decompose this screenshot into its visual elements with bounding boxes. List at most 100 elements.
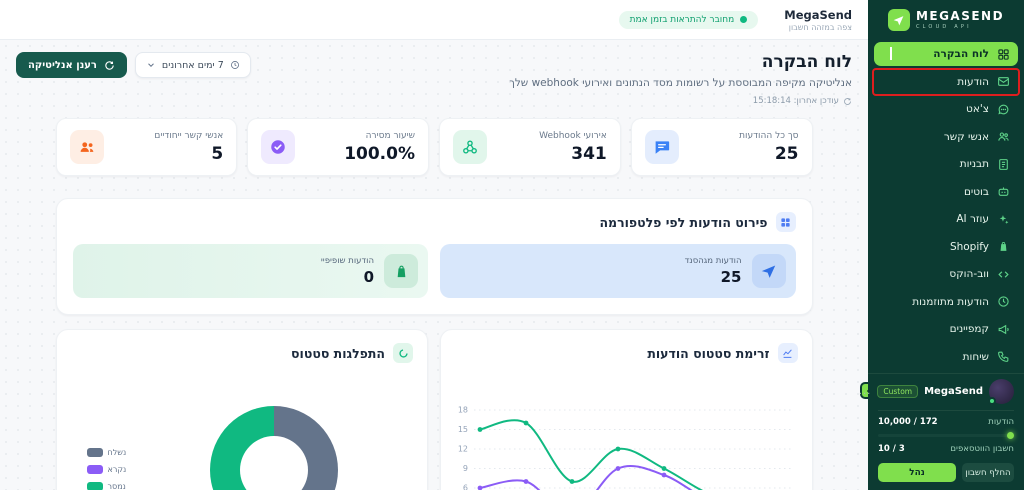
status-flow-plot: 18151296 — [442, 367, 798, 490]
app-root: MegaSend צפה במזהה חשבון מחובר להתראות ב… — [0, 0, 1024, 490]
sidebar-item-shopify[interactable]: Shopify — [874, 235, 1018, 259]
svg-text:12: 12 — [457, 445, 467, 454]
platform-card-value: 25 — [685, 268, 742, 286]
stat-card-webhook-events: אירועי Webhook 341 — [439, 118, 621, 176]
account-name: MegaSend — [924, 386, 983, 397]
date-range-label: 7 ימים אחרונים — [162, 60, 224, 71]
phone-icon — [997, 350, 1010, 363]
status-distribution-header: התפלגות סטטוס — [71, 343, 414, 363]
brand-name: MEGASEND — [916, 10, 1004, 22]
bot-icon — [997, 185, 1010, 198]
date-range-dropdown[interactable]: 7 ימים אחרונים — [135, 52, 251, 78]
manage-button[interactable]: נהל — [878, 463, 956, 482]
top-header-bar: MegaSend צפה במזהה חשבון מחובר להתראות ב… — [0, 0, 868, 40]
sidebar-item-scheduled-messages[interactable]: הודעות מתוזמנות — [874, 290, 1018, 314]
usage-label: הודעות — [988, 417, 1014, 429]
sidebar-item-label: ווב-הוקס — [949, 268, 989, 280]
platform-breakdown-card: פירוט הודעות לפי פלטפורמה הודעות מגהסנד … — [56, 198, 813, 315]
code-icon — [997, 268, 1010, 281]
sidebar-item-dashboard[interactable]: לוח הבקרה — [874, 42, 1018, 66]
sidebar-footer: MegaSend Custom ... הודעות 10,000 / 172 … — [868, 373, 1024, 490]
sidebar-nav: לוח הבקרה הודעות צ'אט אנשי קשר תבניות — [868, 38, 1024, 400]
legend-swatch-read — [87, 465, 103, 474]
sidebar-item-bots[interactable]: בוטים — [874, 180, 1018, 204]
sidebar-item-calls[interactable]: שיחות — [874, 345, 1018, 369]
refresh-analytics-label: רענן אנליטיקה — [28, 60, 97, 71]
page-title: לוח הבקרה — [509, 52, 852, 72]
usage-value: 10 / 3 — [878, 444, 905, 456]
paper-plane-icon — [752, 254, 786, 288]
dashboard-container: סך כל ההודעות 25 אירועי Webhook 341 — [56, 118, 813, 490]
platform-card-value: 0 — [321, 268, 374, 286]
status-donut — [210, 406, 338, 490]
realtime-status-badge: מחובר להתראות בזמן אמת — [619, 11, 759, 29]
stat-text: אירועי Webhook 341 — [539, 131, 607, 164]
usage-label: חשבון הווטסאפים — [950, 444, 1014, 456]
stat-card-unique-contacts: אנשי קשר ייחודיים 5 — [56, 118, 238, 176]
stat-label: אנשי קשר ייחודיים — [154, 131, 223, 141]
realtime-status-label: מחובר להתראות בזמן אמת — [630, 15, 735, 25]
platform-section-title: פירוט הודעות לפי פלטפורמה — [599, 215, 767, 230]
svg-text:15: 15 — [457, 425, 467, 434]
switch-account-button[interactable]: החלף חשבון — [962, 463, 1014, 482]
sidebar-item-label: שיחות — [963, 351, 989, 363]
usage-row-whatsapp-accounts: חשבון הווטסאפים 10 / 3 — [878, 444, 1014, 456]
refresh-icon — [104, 60, 115, 71]
usage-progress-bar — [878, 434, 1014, 437]
usage-row-messages: הודעות 10,000 / 172 — [878, 417, 1014, 429]
sidebar-item-ai-assistant[interactable]: עוזר AI — [874, 207, 1018, 231]
sidebar-item-label: הודעות — [957, 76, 989, 88]
status-flow-header: זרימת סטטוס הודעות — [455, 343, 798, 363]
page-controls: 7 ימים אחרונים רענן אנליטיקה — [16, 52, 251, 78]
status-flow-chart-card: זרימת סטטוס הודעות 18151296 — [440, 329, 813, 490]
sidebar-item-label: עוזר AI — [956, 213, 989, 225]
sidebar-item-chat[interactable]: צ'אט — [874, 97, 1018, 121]
stat-label: סך כל ההודעות — [739, 131, 798, 141]
legend-label: נמסר — [108, 482, 126, 490]
page-subtitle: אנליטיקה מקיפה המבוססת על רשומות מסד הנת… — [509, 77, 852, 89]
refresh-analytics-button[interactable]: רענן אנליטיקה — [16, 52, 127, 78]
line-chart-icon — [778, 343, 798, 363]
grid-icon — [776, 212, 796, 232]
account-id-link[interactable]: צפה במזהה חשבון — [784, 23, 852, 32]
sidebar-item-label: הודעות מתוזמנות — [912, 296, 989, 308]
svg-text:18: 18 — [457, 406, 467, 415]
platform-section-header: פירוט הודעות לפי פלטפורמה — [73, 212, 796, 232]
stat-card-delivery-rate: שיעור מסירה 100.0% — [247, 118, 429, 176]
last-updated-text: עודכן אחרון: 15:18:14 — [753, 96, 839, 106]
sidebar-item-templates[interactable]: תבניות — [874, 152, 1018, 176]
legend-label: נשלח — [108, 448, 127, 457]
sidebar-item-label: בוטים — [964, 186, 989, 198]
users-icon — [70, 130, 104, 164]
legend-swatch-sent — [87, 448, 103, 457]
users-icon — [997, 130, 1010, 143]
sparkles-icon — [997, 213, 1010, 226]
megaphone-icon — [997, 323, 1010, 336]
stat-value: 25 — [739, 144, 798, 164]
usage-progress-dot — [1007, 432, 1014, 439]
sidebar-item-campaigns[interactable]: קמפיינים — [874, 317, 1018, 341]
charts-row: זרימת סטטוס הודעות 18151296 התפלגות סטטו… — [56, 329, 813, 490]
sidebar-item-contacts[interactable]: אנשי קשר — [874, 125, 1018, 149]
account-row[interactable]: MegaSend Custom ... — [878, 379, 1014, 411]
dashboard-grid-icon — [997, 48, 1010, 61]
sidebar-item-label: צ'אט — [966, 103, 989, 115]
status-legend: נשלח נקרא נמסר — [87, 448, 127, 490]
legend-item-read: נקרא — [87, 465, 127, 474]
envelope-icon — [997, 75, 1010, 88]
platform-card-text: הודעות שופיפיי 0 — [321, 256, 374, 286]
shopify-bag-icon — [384, 254, 418, 288]
platform-cards-row: הודעות מגהסנד 25 הודעות שופיפיי 0 — [73, 244, 796, 298]
sidebar-item-label: לוח הבקרה — [933, 48, 989, 60]
sidebar-item-messages[interactable]: הודעות — [874, 70, 1018, 94]
shopify-bag-icon — [997, 240, 1010, 253]
sidebar-item-webhooks[interactable]: ווב-הוקס — [874, 262, 1018, 286]
account-menu-button[interactable]: ... — [859, 386, 872, 397]
live-dot-icon — [740, 16, 747, 23]
status-distribution-chart-card: התפלגות סטטוס נשלח נקרא — [56, 329, 429, 490]
dashboard-content: לוח הבקרה אנליטיקה מקיפה המבוססת על רשומ… — [0, 40, 868, 490]
stat-text: אנשי קשר ייחודיים 5 — [154, 131, 223, 164]
online-status-dot — [988, 397, 996, 405]
stat-value: 341 — [539, 144, 607, 164]
stat-value: 100.0% — [344, 144, 415, 164]
